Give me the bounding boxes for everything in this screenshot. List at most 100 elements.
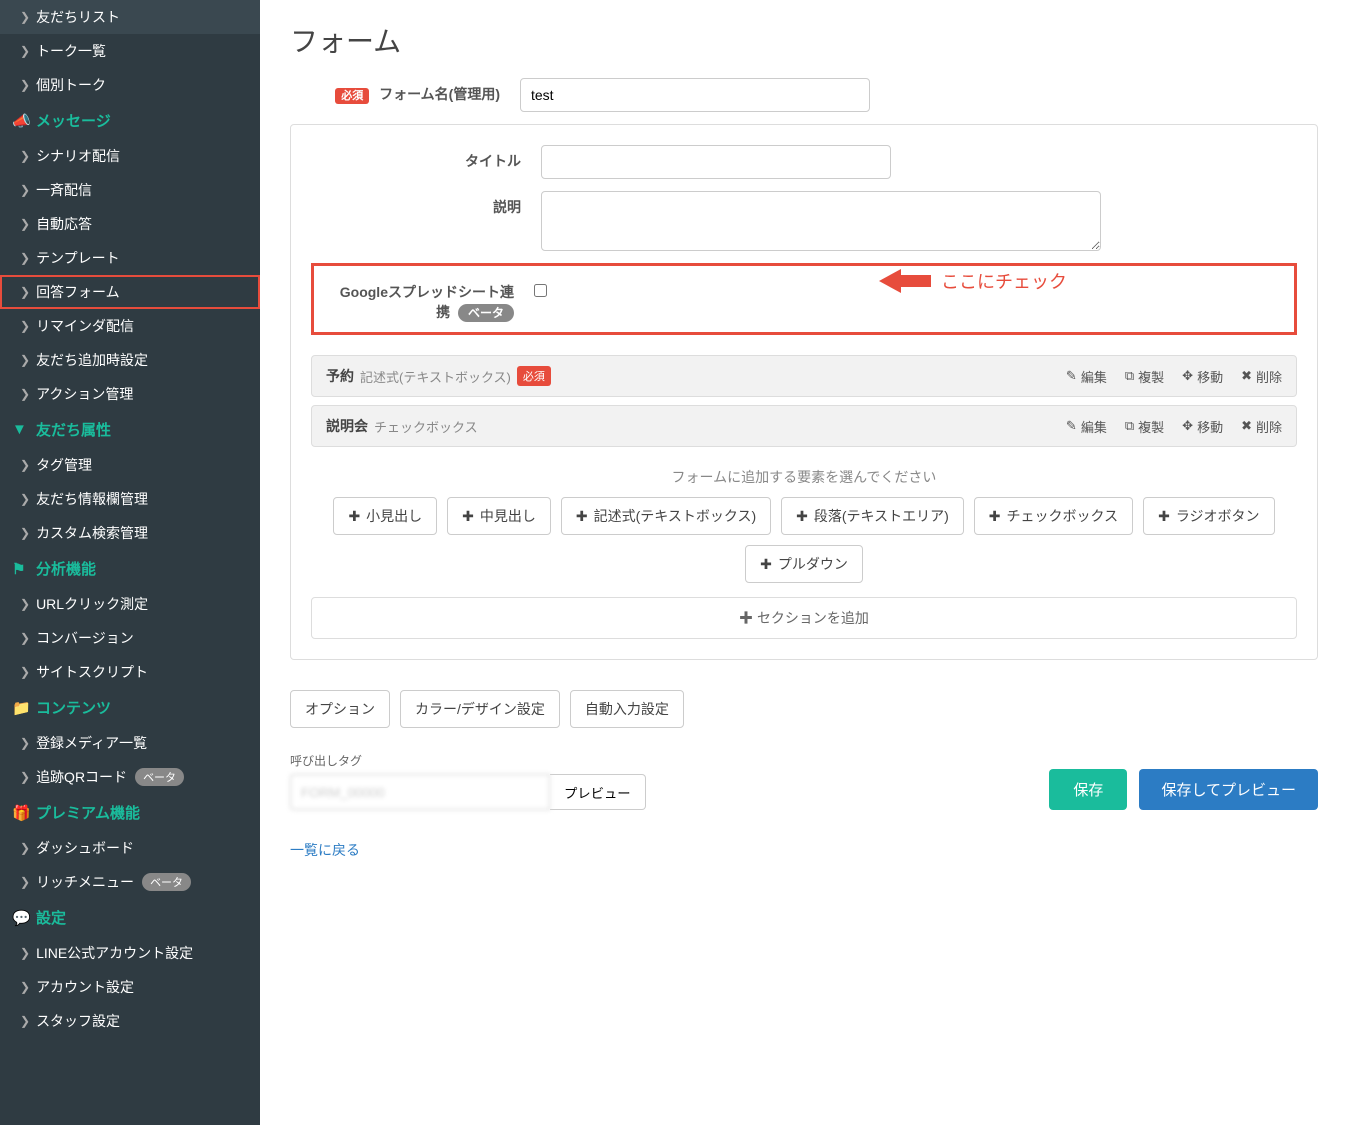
move-icon: ✥ <box>1182 368 1193 384</box>
chevron-right-icon: ❯ <box>20 78 30 92</box>
nav-item[interactable]: ❯URLクリック測定 <box>0 587 260 621</box>
nav-item[interactable]: ❯コンバージョン <box>0 621 260 655</box>
delete-button[interactable]: ✖削除 <box>1241 417 1282 436</box>
calltag-input[interactable] <box>290 774 550 810</box>
section-message: 📣メッセージ <box>0 102 260 139</box>
nav-item[interactable]: ❯ アクション管理 <box>0 377 260 411</box>
form-name-input[interactable] <box>520 78 870 112</box>
section-premium: 🎁プレミアム機能 <box>0 794 260 831</box>
plus-icon: ✚ <box>348 508 360 525</box>
chevron-right-icon: ❯ <box>20 183 30 197</box>
section-analytics: ⚑分析機能 <box>0 550 260 587</box>
nav-label: ダッシュボード <box>36 838 134 858</box>
section-contents: 📁コンテンツ <box>0 689 260 726</box>
add-section-button[interactable]: ✚ セクションを追加 <box>311 597 1297 639</box>
nav-item[interactable]: ❯タグ管理 <box>0 448 260 482</box>
button-label: 小見出し <box>366 506 422 526</box>
nav-label: リマインダ配信 <box>36 316 134 336</box>
nav-item[interactable]: ❯ 自動応答 <box>0 207 260 241</box>
back-link[interactable]: 一覧に戻る <box>290 840 360 860</box>
annotation-arrow: ここにチェック <box>879 268 1067 294</box>
nav-item[interactable]: ❯スタッフ設定 <box>0 1004 260 1038</box>
edit-button[interactable]: ✎編集 <box>1066 417 1107 436</box>
copy-button[interactable]: ⧉複製 <box>1125 417 1164 436</box>
delete-button[interactable]: ✖削除 <box>1241 367 1282 386</box>
nav-item[interactable]: ❯登録メディア一覧 <box>0 726 260 760</box>
filter-icon: ▼ <box>12 421 28 438</box>
chevron-right-icon: ❯ <box>20 770 30 784</box>
chevron-right-icon: ❯ <box>20 980 30 994</box>
option-button[interactable]: カラー/デザイン設定 <box>400 690 560 728</box>
add-element-button[interactable]: ✚中見出し <box>447 497 551 535</box>
chevron-right-icon: ❯ <box>20 10 30 24</box>
chevron-right-icon: ❯ <box>20 149 30 163</box>
edit-button[interactable]: ✎編集 <box>1066 367 1107 386</box>
add-element-button[interactable]: ✚チェックボックス <box>974 497 1133 535</box>
nav-item[interactable]: ❯個別トーク <box>0 68 260 102</box>
chevron-right-icon: ❯ <box>20 319 30 333</box>
nav-item[interactable]: ❯回答フォーム <box>0 275 260 309</box>
move-button[interactable]: ✥移動 <box>1182 417 1223 436</box>
nav-label: テンプレート <box>36 248 120 268</box>
form-name-label: 必須 フォーム名(管理用) <box>290 78 520 104</box>
chevron-right-icon: ❯ <box>20 946 30 960</box>
copy-button[interactable]: ⧉複製 <box>1125 367 1164 386</box>
nav-label: 友だち追加時設定 <box>36 350 148 370</box>
nav-item[interactable]: ❯友だち追加時設定 <box>0 343 260 377</box>
question-type: チェックボックス <box>374 417 478 436</box>
nav-label: サイトスクリプト <box>36 662 148 682</box>
chevron-right-icon: ❯ <box>20 387 30 401</box>
nav-label: アクション管理 <box>36 384 133 404</box>
move-button[interactable]: ✥移動 <box>1182 367 1223 386</box>
nav-item[interactable]: ❯トーク一覧 <box>0 34 260 68</box>
nav-item[interactable]: ❯リッチメニューベータ <box>0 865 260 899</box>
desc-textarea[interactable] <box>541 191 1101 251</box>
chevron-right-icon: ❯ <box>20 665 30 679</box>
nav-item[interactable]: ❯友だち情報欄管理 <box>0 482 260 516</box>
plus-icon: ✚ <box>576 508 588 525</box>
preview-button[interactable]: プレビュー <box>550 774 646 810</box>
chevron-right-icon: ❯ <box>20 217 30 231</box>
option-button[interactable]: 自動入力設定 <box>570 690 684 728</box>
nav-item[interactable]: ❯テンプレート <box>0 241 260 275</box>
title-label: タイトル <box>311 145 541 171</box>
plus-icon: ✚ <box>760 556 772 573</box>
add-element-button[interactable]: ✚ プルダウン <box>745 545 863 583</box>
nav-label: シナリオ配信 <box>36 146 120 166</box>
chevron-right-icon: ❯ <box>20 841 30 855</box>
close-icon: ✖ <box>1241 418 1252 434</box>
nav-item[interactable]: ❯ サイトスクリプト <box>0 655 260 689</box>
button-label: プルダウン <box>778 554 848 574</box>
nav-item[interactable]: ❯アカウント設定 <box>0 970 260 1004</box>
add-element-button[interactable]: ✚記述式(テキストボックス) <box>561 497 771 535</box>
nav-label: コンバージョン <box>36 628 134 648</box>
google-sheets-checkbox[interactable] <box>534 284 547 297</box>
plus-icon: ✚ <box>462 508 474 525</box>
nav-item[interactable]: ❯一斉配信 <box>0 173 260 207</box>
plus-icon: ✚ <box>739 610 753 626</box>
nav-item[interactable]: ❯ ダッシュボード <box>0 831 260 865</box>
option-button[interactable]: オプション <box>290 690 390 728</box>
save-button[interactable]: 保存 <box>1049 769 1127 810</box>
plus-icon: ✚ <box>989 508 1001 525</box>
nav-item[interactable]: ❯ リマインダ配信 <box>0 309 260 343</box>
add-element-button[interactable]: ✚ 小見出し <box>333 497 437 535</box>
annotation-text: ここにチェック <box>941 268 1067 294</box>
nav-item[interactable]: ❯友だちリスト <box>0 0 260 34</box>
main-content: フォーム 必須 フォーム名(管理用) タイトル 説明 Googleスプレッドシー… <box>260 0 1348 1125</box>
add-element-button[interactable]: ✚ラジオボタン <box>1143 497 1274 535</box>
nav-item[interactable]: ❯LINE公式アカウント設定 <box>0 936 260 970</box>
chat-icon: 💬 <box>12 909 28 927</box>
add-element-button[interactable]: ✚段落(テキストエリア) <box>781 497 964 535</box>
title-input[interactable] <box>541 145 891 179</box>
nav-item[interactable]: ❯カスタム検索管理 <box>0 516 260 550</box>
nav-label: 自動応答 <box>36 214 92 234</box>
nav-item[interactable]: ❯ シナリオ配信 <box>0 139 260 173</box>
pencil-icon: ✎ <box>1066 418 1077 434</box>
nav-item[interactable]: ❯追跡QRコードベータ <box>0 760 260 794</box>
add-element-prompt: フォームに追加する要素を選んでください <box>311 467 1297 487</box>
chevron-right-icon: ❯ <box>20 458 30 472</box>
calltag-label: 呼び出しタグ <box>290 752 1318 769</box>
save-and-preview-button[interactable]: 保存してプレビュー <box>1139 769 1318 810</box>
nav-label: スタッフ設定 <box>36 1011 120 1031</box>
